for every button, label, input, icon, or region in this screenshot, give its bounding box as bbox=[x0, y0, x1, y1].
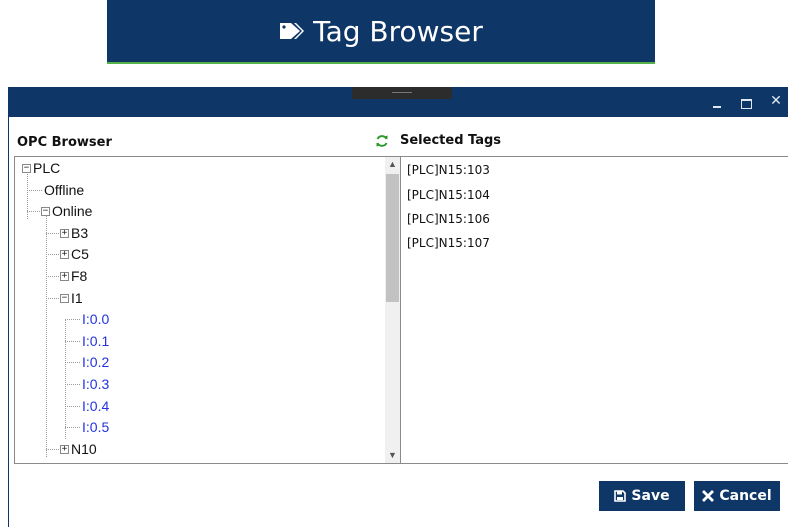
expand-icon[interactable]: + bbox=[60, 272, 69, 281]
tree-connector-line bbox=[65, 320, 66, 439]
tree-connector-line bbox=[46, 232, 61, 234]
tree-node-i-0-3[interactable]: I:0.3 bbox=[82, 374, 109, 395]
tree-connector-line bbox=[27, 211, 42, 213]
tag-browser-dialog: ✕ OPC Browser Selected Tags − PLC Offline −… bbox=[8, 87, 788, 527]
tree-scrollbar[interactable]: ▲ ▼ bbox=[385, 157, 400, 463]
opc-browser-header: OPC Browser bbox=[17, 135, 112, 150]
cancel-icon bbox=[702, 490, 715, 502]
tree-connector-line bbox=[65, 319, 80, 321]
tree-connector-line bbox=[65, 362, 80, 364]
refresh-icon[interactable] bbox=[375, 134, 389, 148]
tree-connector-line bbox=[27, 189, 42, 191]
tree-connector-line bbox=[65, 427, 80, 429]
banner-title: Tag Browser bbox=[313, 14, 483, 48]
scroll-thumb[interactable] bbox=[386, 174, 399, 302]
maximize-icon[interactable] bbox=[738, 95, 754, 111]
dialog-titlebar[interactable]: ✕ bbox=[9, 87, 788, 117]
tree-node-offline[interactable]: Offline bbox=[44, 180, 84, 201]
save-button[interactable]: Save bbox=[599, 481, 685, 511]
collapse-icon[interactable]: − bbox=[22, 164, 31, 173]
save-icon bbox=[614, 490, 627, 502]
collapse-icon[interactable]: − bbox=[41, 207, 50, 217]
scroll-down-icon[interactable]: ▼ bbox=[385, 448, 400, 463]
tree-node-i1[interactable]: I1 bbox=[71, 288, 83, 309]
tree-connector-line bbox=[46, 254, 61, 256]
tree-node-online[interactable]: Online bbox=[52, 201, 92, 222]
tree-node-b3[interactable]: B3 bbox=[71, 223, 88, 244]
close-icon[interactable]: ✕ bbox=[768, 93, 784, 109]
drag-handle[interactable] bbox=[352, 87, 452, 99]
expand-icon[interactable]: + bbox=[60, 250, 69, 260]
selected-tag-item[interactable]: [PLC]N15:104 bbox=[407, 188, 490, 202]
selected-tags-header: Selected Tags bbox=[400, 133, 502, 148]
tree-connector-line bbox=[65, 340, 80, 342]
tree-node-plc[interactable]: PLC bbox=[33, 158, 60, 179]
minimize-icon[interactable] bbox=[710, 95, 726, 111]
expand-icon[interactable]: + bbox=[60, 228, 69, 238]
selected-tag-item[interactable]: [PLC]N15:106 bbox=[407, 212, 490, 226]
expand-icon[interactable]: + bbox=[60, 444, 69, 454]
tree-connector-line bbox=[46, 276, 61, 277]
selected-tags-panel[interactable]: [PLC]N15:103 [PLC]N15:104 [PLC]N15:106 [… bbox=[401, 156, 788, 464]
tree-node-f8[interactable]: F8 bbox=[71, 266, 87, 287]
scroll-up-icon[interactable]: ▲ bbox=[385, 157, 400, 172]
selected-tag-item[interactable]: [PLC]N15:107 bbox=[407, 236, 490, 250]
tree-node-n10[interactable]: N10 bbox=[71, 439, 97, 460]
tree-node-c5[interactable]: C5 bbox=[71, 244, 89, 265]
tree-connector-line bbox=[65, 405, 80, 407]
app-banner: Tag Browser bbox=[107, 0, 655, 64]
selected-tag-item[interactable]: [PLC]N15:103 bbox=[407, 163, 490, 177]
save-button-label: Save bbox=[631, 488, 670, 504]
tree-connector-line bbox=[46, 448, 61, 450]
tree-node-i-0-5[interactable]: I:0.5 bbox=[82, 417, 109, 438]
tag-icon bbox=[280, 23, 305, 39]
tree-connector-line bbox=[46, 212, 47, 457]
tree-node-i-0-0[interactable]: I:0.0 bbox=[82, 309, 109, 330]
cancel-button[interactable]: Cancel bbox=[694, 481, 780, 511]
tree-connector-line bbox=[46, 297, 61, 299]
collapse-icon[interactable]: − bbox=[60, 293, 69, 303]
opc-tree[interactable]: − PLC Offline − Online + B3 + C5 + F8− I1 I:0.0 I:0.1… bbox=[15, 157, 385, 463]
opc-tree-panel[interactable]: − PLC Offline − Online + B3 + C5 + F8− I1 I:0.0 I:0.1… bbox=[14, 156, 401, 464]
tree-connector-line bbox=[65, 384, 80, 385]
cancel-button-label: Cancel bbox=[719, 488, 772, 504]
tree-node-i-0-4[interactable]: I:0.4 bbox=[82, 396, 109, 417]
tree-node-i-0-1[interactable]: I:0.1 bbox=[82, 331, 109, 352]
tree-node-i-0-2[interactable]: I:0.2 bbox=[82, 352, 109, 373]
